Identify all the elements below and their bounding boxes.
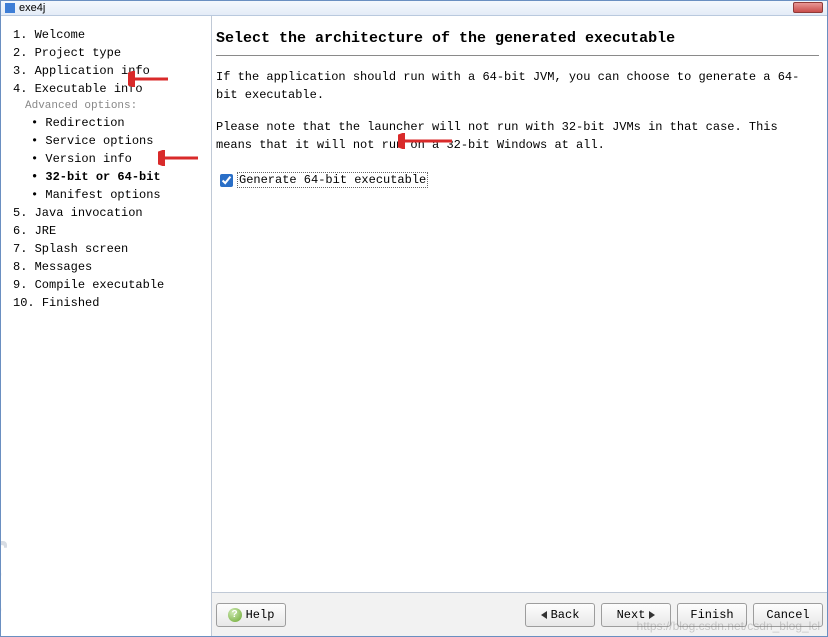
step-compile-executable[interactable]: 9. Compile executable [13,276,209,294]
step-splash-screen[interactable]: 7. Splash screen [13,240,209,258]
step-finished[interactable]: 10. Finished [13,294,209,312]
wizard-window: exe4j 1. Welcome 2. Project type 3. Appl… [0,0,828,637]
main-panel: Select the architecture of the generated… [212,16,827,636]
description-p2: Please note that the launcher will not r… [216,118,819,154]
advanced-options-label: Advanced options: [13,98,209,114]
step-application-info[interactable]: 3. Application info [13,62,209,80]
step-executable-info[interactable]: 4. Executable info [13,80,209,98]
help-button[interactable]: ? Help [216,603,286,627]
step-project-type[interactable]: 2. Project type [13,44,209,62]
brand-watermark: exe4j [1,538,9,618]
window-title: exe4j [19,2,45,14]
button-bar: ? Help Back Next Finish Cancel [212,592,827,636]
adv-manifest-options[interactable]: Manifest options [13,186,209,204]
chevron-left-icon [541,611,547,619]
adv-redirection[interactable]: Redirection [13,114,209,132]
step-messages[interactable]: 8. Messages [13,258,209,276]
cancel-button[interactable]: Cancel [753,603,823,627]
finish-button[interactable]: Finish [677,603,747,627]
app-icon [5,3,15,13]
generate-64bit-row: Generate 64-bit executable [216,172,819,188]
content-area: 1. Welcome 2. Project type 3. Applicatio… [1,16,827,636]
description-p1: If the application should run with a 64-… [216,68,819,104]
adv-service-options[interactable]: Service options [13,132,209,150]
titlebar[interactable]: exe4j [1,1,827,16]
generate-64bit-checkbox[interactable] [220,174,233,187]
step-java-invocation[interactable]: 5. Java invocation [13,204,209,222]
chevron-right-icon [649,611,655,619]
main-body: Select the architecture of the generated… [212,16,827,592]
close-icon[interactable] [793,2,823,13]
help-icon: ? [228,608,242,622]
wizard-sidebar: 1. Welcome 2. Project type 3. Applicatio… [1,16,212,636]
step-welcome[interactable]: 1. Welcome [13,26,209,44]
adv-32-64-bit[interactable]: 32-bit or 64-bit [13,168,209,186]
back-button[interactable]: Back [525,603,595,627]
page-heading: Select the architecture of the generated… [216,30,819,56]
next-button[interactable]: Next [601,603,671,627]
adv-version-info[interactable]: Version info [13,150,209,168]
step-jre[interactable]: 6. JRE [13,222,209,240]
generate-64bit-label[interactable]: Generate 64-bit executable [237,172,428,188]
